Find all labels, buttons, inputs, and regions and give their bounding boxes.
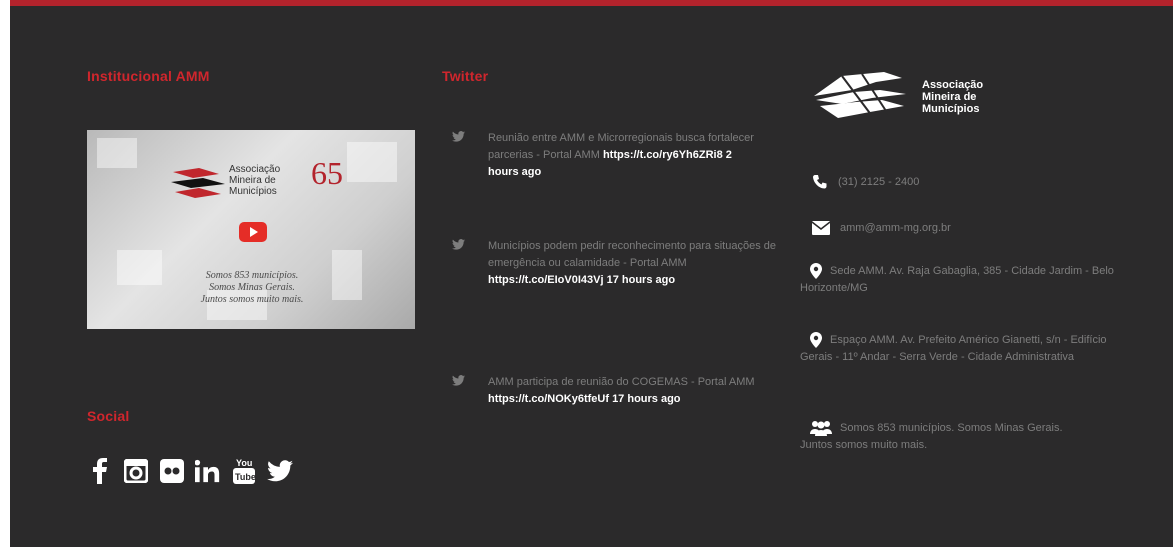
video-brand-line: Municípios: [229, 186, 277, 197]
address-row-1: Sede AMM. Av. Raja Gabaglia, 385 - Cidad…: [800, 263, 1120, 297]
tweet-text: AMM participa de reunião do COGEMAS - Po…: [488, 376, 755, 388]
tweet-link[interactable]: https://t.co/NOKy6tfeUf: [488, 393, 609, 405]
email-link[interactable]: amm@amm-mg.org.br: [840, 222, 951, 234]
site-footer: Institucional AMM Associação Mineira de …: [10, 0, 1173, 547]
youtube-play-button[interactable]: [239, 222, 267, 242]
social-icons: You Tube: [87, 458, 293, 484]
twitter-bird-icon: [452, 239, 465, 250]
twitter-icon[interactable]: [267, 458, 293, 484]
facebook-icon[interactable]: [87, 458, 113, 484]
users-icon: [810, 421, 832, 437]
twitter-heading: Twitter: [442, 68, 489, 84]
tweet-text: Municípios podem pedir reconhecimento pa…: [488, 240, 776, 269]
social-heading: Social: [87, 408, 130, 424]
anniversary-number: 65: [311, 155, 343, 191]
video-brand-line: Associação: [229, 164, 281, 175]
map-marker-icon: [810, 263, 822, 280]
video-brand-line: Mineira de: [229, 175, 276, 186]
members-text: Somos 853 municípios. Somos Minas Gerais…: [800, 422, 1063, 451]
tweet-item: Municípios podem pedir reconhecimento pa…: [452, 238, 778, 289]
map-marker-icon: [810, 332, 822, 349]
institutional-video-thumbnail[interactable]: Associação Mineira de Municípios 65 Somo…: [87, 130, 415, 329]
phone-icon: [813, 175, 827, 189]
youtube-icon[interactable]: You Tube: [231, 458, 257, 484]
brand-line: Associação: [922, 79, 984, 91]
amm-logo-icon: [814, 72, 906, 118]
svg-text:You: You: [236, 458, 252, 468]
caption-line: Juntos somos muito mais.: [200, 294, 304, 305]
twitter-bird-icon: [452, 131, 465, 142]
amm-brand-logo[interactable]: Associação Mineira de Municípios: [812, 68, 983, 131]
caption-line: Somos Minas Gerais.: [209, 282, 295, 293]
email-row: amm@amm-mg.org.br: [812, 220, 951, 237]
address-text: Espaço AMM. Av. Prefeito Américo Gianett…: [800, 334, 1107, 363]
tweet-time: 17 hours ago: [612, 393, 681, 405]
instagram-icon[interactable]: [123, 458, 149, 484]
linkedin-icon[interactable]: [195, 458, 221, 484]
address-text: Sede AMM. Av. Raja Gabaglia, 385 - Cidad…: [800, 265, 1114, 294]
twitter-bird-icon: [452, 375, 465, 386]
tweet-item: Reunião entre AMM e Microrregionais busc…: [452, 130, 758, 181]
phone-row: (31) 2125 - 2400: [812, 174, 919, 191]
tweet-time: 17 hours ago: [606, 274, 676, 286]
amm-logo-icon: [171, 168, 225, 198]
brand-name: Associação Mineira de Municípios: [922, 79, 983, 115]
tweet-link[interactable]: https://t.co/ry6Yh6ZRi8: [603, 149, 723, 161]
video-caption: Somos 853 municípios. Somos Minas Gerais…: [167, 270, 337, 306]
svg-text:Tube: Tube: [235, 472, 255, 482]
twitter-column: Twitter Reunião entre AMM e Microrregion…: [442, 68, 776, 405]
flickr-icon[interactable]: [159, 458, 185, 484]
video-brand-text: Associação Mineira de Municípios: [229, 164, 280, 197]
tweet-item: AMM participa de reunião do COGEMAS - Po…: [452, 374, 778, 408]
address-row-2: Espaço AMM. Av. Prefeito Américo Gianett…: [800, 332, 1130, 366]
caption-line: Somos 853 municípios.: [205, 270, 299, 281]
brand-line: Mineira de: [922, 91, 977, 103]
tweet-link[interactable]: https://t.co/EIoV0I43Vj: [488, 274, 604, 286]
institucional-heading: Institucional AMM: [87, 68, 210, 84]
brand-line: Municípios: [922, 103, 980, 115]
phone-text: (31) 2125 - 2400: [838, 176, 920, 188]
members-row: Somos 853 municípios. Somos Minas Gerais…: [800, 420, 1090, 454]
institucional-column: Institucional AMM Associação Mineira de …: [87, 68, 417, 484]
envelope-icon: [812, 221, 830, 236]
